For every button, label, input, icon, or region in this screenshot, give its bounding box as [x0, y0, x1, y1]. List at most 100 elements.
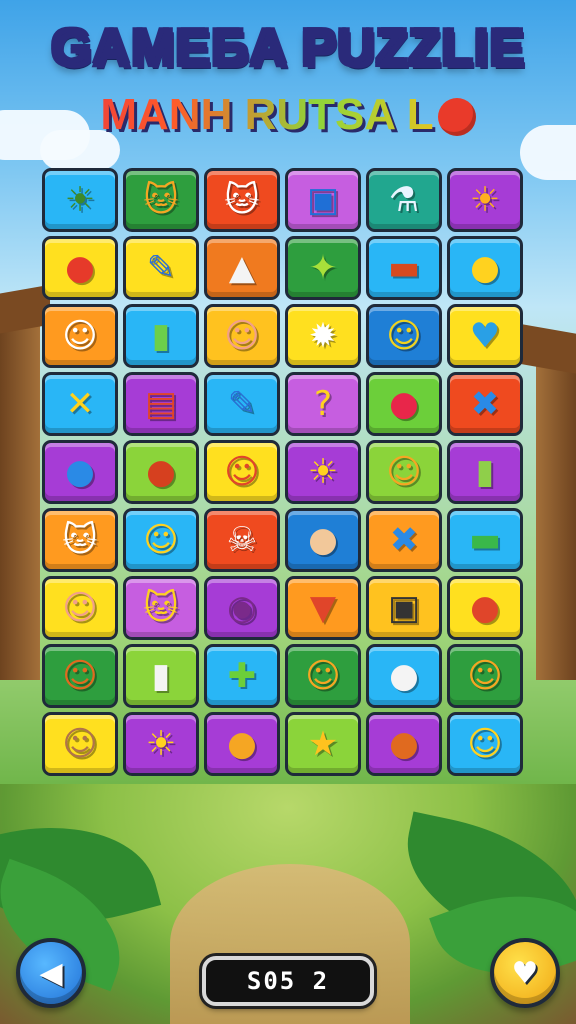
puzzle-tile[interactable]: 🐱 [123, 168, 199, 232]
puzzle-tile[interactable]: ✎ [204, 372, 280, 436]
cone-icon: ▲ [228, 248, 256, 288]
puzzle-tile[interactable]: ✖ [366, 508, 442, 572]
battery-icon: ▮ [151, 316, 171, 356]
puzzle-tile[interactable]: ⚗ [366, 168, 442, 232]
pencil-icon: ✎ [146, 248, 176, 288]
puzzle-tile[interactable]: ★ [285, 712, 361, 776]
puzzle-tile[interactable]: ☺ [42, 576, 118, 640]
apple-icon: ● [65, 248, 95, 288]
hint-button[interactable]: ♥ [490, 938, 560, 1008]
cat-face-icon: 🐱 [143, 180, 179, 220]
puzzle-tile[interactable]: ✚ [204, 644, 280, 708]
puzzle-tile[interactable]: ✎ [123, 236, 199, 300]
orange-face-icon: ☺ [386, 452, 422, 492]
puzzle-tile[interactable]: ▬ [447, 508, 523, 572]
ghost-face-icon: ☺ [62, 316, 98, 356]
puzzle-tile[interactable]: ● [447, 576, 523, 640]
puzzle-tile[interactable]: ✕ [42, 372, 118, 436]
puzzle-tile[interactable]: ● [366, 644, 442, 708]
bread-icon: ▬ [387, 248, 421, 288]
puzzle-tile[interactable]: ▬ [366, 236, 442, 300]
puzzle-tile[interactable]: ☺ [447, 712, 523, 776]
sun-face-icon: ☀ [307, 452, 339, 492]
puzzle-tile[interactable]: ▼ [285, 576, 361, 640]
star-icon: ★ [307, 724, 339, 764]
tablet-icon: ▣ [387, 588, 421, 628]
puzzle-tile[interactable]: ☀ [42, 168, 118, 232]
crossed-tools-icon: ✖ [470, 384, 500, 424]
puzzle-tile[interactable]: ☀ [123, 712, 199, 776]
game-subtitle: MANH RUTSA L [0, 90, 576, 140]
frog-face-icon: ☺ [386, 316, 422, 356]
smiley-face-icon: ☺ [143, 520, 179, 560]
bear-face-icon: ☺ [305, 656, 341, 696]
star-icon: ✦ [308, 248, 338, 288]
puzzle-tile[interactable]: ● [447, 236, 523, 300]
green-dish-icon: ▬ [468, 520, 502, 560]
white-cat-face-icon: 🐱 [224, 180, 260, 220]
puzzle-tile[interactable]: ✦ [285, 236, 361, 300]
battery-icon: ▮ [475, 452, 495, 492]
puzzle-tile[interactable]: ● [204, 712, 280, 776]
back-arrow-icon: ◀ [39, 955, 63, 991]
puzzle-tile[interactable]: ☺ [123, 508, 199, 572]
puzzle-tile[interactable]: 🐱 [123, 576, 199, 640]
smiley-face-icon: ☺ [467, 724, 503, 764]
puzzle-tile[interactable]: ☺ [366, 440, 442, 504]
puzzle-tile[interactable]: ▣ [366, 576, 442, 640]
apple-icon: ● [389, 384, 419, 424]
heart-bubble-icon: ♥ [469, 316, 501, 356]
puzzle-tile[interactable]: ▮ [123, 304, 199, 368]
red-smiley-face-icon [437, 98, 476, 137]
puzzle-tile[interactable]: ☺ [42, 712, 118, 776]
game-subtitle-text: MANH RUTSA L [100, 90, 434, 139]
monkey-face-icon: ☺ [224, 452, 260, 492]
cat-face-icon: 🐱 [143, 588, 179, 628]
puzzle-tile[interactable]: ☺ [42, 304, 118, 368]
puzzle-tile[interactable]: ▮ [447, 440, 523, 504]
puzzle-tile[interactable]: ? [285, 372, 361, 436]
puzzle-tile[interactable]: ● [42, 440, 118, 504]
sausage-icon: ● [470, 588, 500, 628]
puzzle-tile[interactable]: ● [123, 440, 199, 504]
sun-face-icon: ☀ [64, 180, 96, 220]
puzzle-tile[interactable]: ● [366, 372, 442, 436]
puzzle-tile[interactable]: ▲ [204, 236, 280, 300]
puzzle-tile[interactable]: ☀ [285, 440, 361, 504]
puzzle-tile[interactable]: ☺ [285, 644, 361, 708]
puzzle-tile[interactable]: ● [285, 508, 361, 572]
drum-icon: ◉ [227, 588, 257, 628]
bear-face-icon: ☺ [467, 656, 503, 696]
puzzle-tile[interactable]: ✹ [285, 304, 361, 368]
teddy-bear-icon: ☺ [62, 656, 98, 696]
back-button[interactable]: ◀ [16, 938, 86, 1008]
lemon-icon: ● [470, 248, 500, 288]
puzzle-tile[interactable]: ♥ [447, 304, 523, 368]
puzzle-tile[interactable]: ☺ [204, 440, 280, 504]
puzzle-board: ☀ 🐱 🐱 ▣ ⚗ ☀ ● ✎ ▲ ✦ ▬ ● ☺ ▮ ☺ ✹ ☺ ♥ ✕ ▤ ✎? ● ✖ ● ● ☺ ☀ ☺ ▮ 🐱 ☺ ☠ ● ✖ ▬ ☺ 🐱 ◉ ▼… [42, 168, 534, 776]
score-display: S05 2 [202, 956, 374, 1006]
x-mark-icon: ✕ [65, 384, 95, 424]
puzzle-tile[interactable]: ☺ [447, 644, 523, 708]
eraser-icon: ▮ [151, 656, 171, 696]
puzzle-tile[interactable]: ● [42, 236, 118, 300]
puzzle-tile[interactable]: 🐱 [42, 508, 118, 572]
puzzle-tile[interactable]: ● [366, 712, 442, 776]
puzzle-tile[interactable]: ▮ [123, 644, 199, 708]
monkey-face-icon: ☺ [224, 316, 260, 356]
puzzle-tile[interactable]: 🐱 [204, 168, 280, 232]
puzzle-tile[interactable]: ☺ [204, 304, 280, 368]
cactus-icon: ✚ [227, 656, 257, 696]
puzzle-tile[interactable]: ▤ [123, 372, 199, 436]
puzzle-tile[interactable]: ☠ [204, 508, 280, 572]
carrot-icon: ▼ [309, 588, 337, 628]
puzzle-tile[interactable]: ◉ [204, 576, 280, 640]
puzzle-tile[interactable]: ☺ [366, 304, 442, 368]
blue-blob-icon: ● [65, 452, 95, 492]
white-sun-icon: ✹ [308, 316, 338, 356]
puzzle-tile[interactable]: ▣ [285, 168, 361, 232]
puzzle-tile[interactable]: ✖ [447, 372, 523, 436]
puzzle-tile[interactable]: ☺ [42, 644, 118, 708]
puzzle-tile[interactable]: ☀ [447, 168, 523, 232]
spotted-ghost-icon: ☠ [226, 520, 258, 560]
